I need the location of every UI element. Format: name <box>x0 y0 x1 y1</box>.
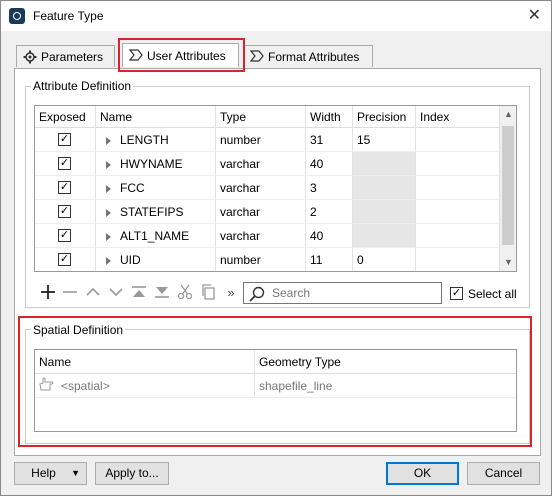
scroll-thumb[interactable] <box>502 126 514 245</box>
attribute-type[interactable]: number <box>216 248 306 271</box>
spatial-definition-highlight-box <box>18 316 532 447</box>
move-up-icon[interactable] <box>84 284 102 302</box>
gear-icon <box>23 50 37 64</box>
attribute-precision[interactable]: 0 <box>353 248 416 271</box>
attribute-width[interactable]: 3 <box>306 176 353 200</box>
exposed-checkbox[interactable]: ✓ <box>58 205 71 218</box>
column-header-type[interactable]: Type <box>216 106 306 128</box>
help-button-label: Help <box>31 466 56 480</box>
attribute-type[interactable]: varchar <box>216 224 306 248</box>
attribute-width[interactable]: 40 <box>306 152 353 176</box>
exposed-checkbox[interactable]: ✓ <box>58 253 71 266</box>
expand-arrow-icon[interactable] <box>106 160 111 169</box>
column-header-exposed[interactable]: Exposed <box>35 106 96 128</box>
attribute-name: UID <box>120 253 141 267</box>
scroll-up-icon[interactable]: ▲ <box>500 106 516 123</box>
attribute-name: ALT1_NAME <box>120 229 190 243</box>
attribute-index[interactable] <box>416 200 501 224</box>
vertical-scrollbar[interactable]: ▲ ▼ <box>499 106 516 271</box>
attribute-name: FCC <box>120 181 145 195</box>
attribute-name: LENGTH <box>120 133 169 147</box>
attribute-type[interactable]: varchar <box>216 152 306 176</box>
attribute-precision <box>353 152 416 176</box>
attribute-width[interactable]: 11 <box>306 248 353 271</box>
cancel-button[interactable]: Cancel <box>467 462 540 485</box>
column-header-name[interactable]: Name <box>96 106 216 128</box>
tab-parameters-label: Parameters <box>41 49 104 64</box>
title-bar: Feature Type ✕ <box>1 1 551 31</box>
column-header-width[interactable]: Width <box>306 106 353 128</box>
dialog-title: Feature Type <box>33 9 104 23</box>
attribute-index[interactable] <box>416 152 501 176</box>
select-all-checkbox[interactable]: ✓ <box>450 287 463 300</box>
attribute-index[interactable] <box>416 128 501 152</box>
close-icon[interactable]: ✕ <box>528 5 541 25</box>
attribute-width[interactable]: 40 <box>306 224 353 248</box>
table-row[interactable]: ✓ HWYNAME varchar 40 <box>35 152 516 176</box>
attribute-width[interactable]: 2 <box>306 200 353 224</box>
app-icon <box>9 8 25 24</box>
remove-icon[interactable] <box>61 284 79 302</box>
attribute-precision <box>353 224 416 248</box>
more-tools-button[interactable]: » <box>222 284 240 302</box>
expand-arrow-icon[interactable] <box>106 208 111 217</box>
attribute-precision[interactable]: 15 <box>353 128 416 152</box>
column-header-precision[interactable]: Precision <box>353 106 416 128</box>
help-button[interactable]: Help ▼ <box>14 462 87 485</box>
attribute-tag-icon <box>249 49 264 64</box>
search-icon <box>249 286 265 302</box>
search-field[interactable] <box>243 282 442 304</box>
table-row[interactable]: ✓ STATEFIPS varchar 2 <box>35 200 516 224</box>
expand-arrow-icon[interactable] <box>106 256 111 265</box>
tab-format-attributes[interactable]: Format Attributes <box>243 45 373 67</box>
attribute-name: HWYNAME <box>120 157 183 171</box>
tab-parameters[interactable]: Parameters <box>16 45 115 67</box>
search-input[interactable] <box>270 285 435 301</box>
attribute-precision <box>353 200 416 224</box>
attribute-index[interactable] <box>416 224 501 248</box>
move-to-bottom-icon[interactable] <box>153 284 171 302</box>
ok-button[interactable]: OK <box>386 462 459 485</box>
table-row[interactable]: ✓ UID number 11 0 <box>35 248 516 271</box>
expand-arrow-icon[interactable] <box>106 184 111 193</box>
add-icon[interactable] <box>39 284 57 302</box>
attribute-type[interactable]: varchar <box>216 200 306 224</box>
copy-icon[interactable] <box>199 284 217 302</box>
tab-format-attributes-label: Format Attributes <box>268 49 360 64</box>
table-row[interactable]: ✓ ALT1_NAME varchar 40 <box>35 224 516 248</box>
attribute-grid: Exposed Name Type Width Precision Index … <box>34 105 517 272</box>
select-all-label[interactable]: Select all <box>468 287 517 301</box>
attribute-index[interactable] <box>416 176 501 200</box>
feature-type-dialog: Feature Type ✕ Parameters User Attribute… <box>0 0 552 496</box>
exposed-checkbox[interactable]: ✓ <box>58 229 71 242</box>
attribute-precision <box>353 176 416 200</box>
exposed-checkbox[interactable]: ✓ <box>58 157 71 170</box>
dropdown-arrow-icon[interactable]: ▼ <box>71 463 80 484</box>
expand-arrow-icon[interactable] <box>106 136 111 145</box>
column-header-index[interactable]: Index <box>416 106 501 128</box>
attribute-type[interactable]: varchar <box>216 176 306 200</box>
attribute-grid-header: Exposed Name Type Width Precision Index <box>35 106 516 128</box>
expand-arrow-icon[interactable] <box>106 232 111 241</box>
cut-icon[interactable] <box>176 284 194 302</box>
attribute-name: STATEFIPS <box>120 205 184 219</box>
exposed-checkbox[interactable]: ✓ <box>58 133 71 146</box>
scroll-down-icon[interactable]: ▼ <box>500 254 516 271</box>
apply-to-button[interactable]: Apply to... <box>95 462 169 485</box>
table-row[interactable]: ✓ FCC varchar 3 <box>35 176 516 200</box>
attribute-width[interactable]: 31 <box>306 128 353 152</box>
tab-highlight-box <box>118 38 245 72</box>
table-row[interactable]: ✓ LENGTH number 31 15 <box>35 128 516 152</box>
attribute-definition-title: Attribute Definition <box>31 79 134 93</box>
attribute-index[interactable] <box>416 248 501 271</box>
exposed-checkbox[interactable]: ✓ <box>58 181 71 194</box>
move-to-top-icon[interactable] <box>130 284 148 302</box>
attribute-type[interactable]: number <box>216 128 306 152</box>
move-down-icon[interactable] <box>107 284 125 302</box>
